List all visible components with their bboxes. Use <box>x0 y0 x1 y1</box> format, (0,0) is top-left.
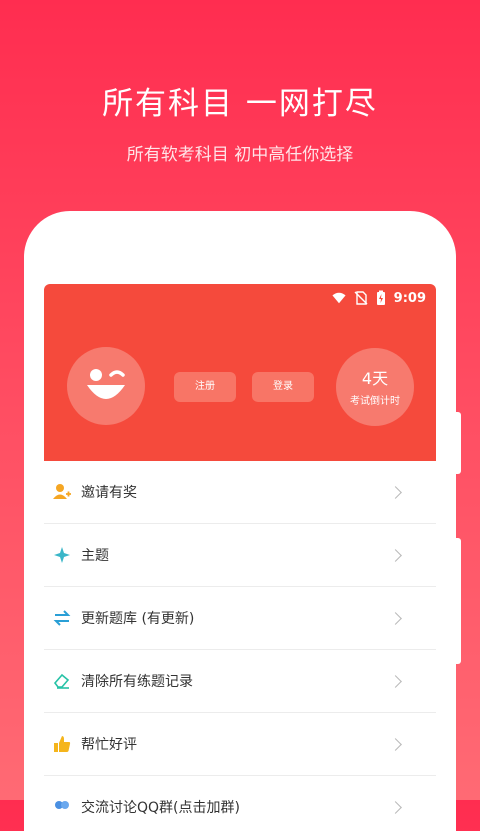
thumbs-up-icon <box>54 736 71 752</box>
promo-title: 所有科目 一网打尽 <box>102 86 378 122</box>
menu-item-label: 交流讨论QQ群(点击加群) <box>81 800 240 816</box>
countdown-label: 考试倒计时 <box>350 396 400 407</box>
menu-item-clear-records[interactable]: 清除所有练题记录 <box>44 650 436 713</box>
invite-user-icon <box>53 484 71 499</box>
phone-frame: 9:09 注册 登录 4天 考试倒计时 邀请有奖 主题 更新题库 (有更新) 清… <box>24 211 456 831</box>
phone-side-button-upper <box>456 412 461 474</box>
status-time: 9:09 <box>393 290 426 306</box>
winking-face-icon <box>87 369 125 399</box>
chevron-right-icon <box>389 674 402 688</box>
countdown-days: 4天 <box>361 369 389 388</box>
menu-item-qq-group[interactable]: 交流讨论QQ群(点击加群) <box>44 776 436 824</box>
status-bar: 9:09 <box>332 289 426 307</box>
menu-item-label: 清除所有练题记录 <box>81 674 193 690</box>
menu-item-label: 主题 <box>81 548 109 564</box>
update-arrows-icon <box>53 610 71 626</box>
register-button[interactable]: 注册 <box>174 372 236 402</box>
promo-subtitle: 所有软考科目 初中高任你选择 <box>126 145 354 165</box>
wifi-icon <box>332 292 346 304</box>
login-button[interactable]: 登录 <box>252 372 314 402</box>
chevron-right-icon <box>389 548 402 562</box>
theme-icon <box>54 547 70 563</box>
menu-item-update-questions[interactable]: 更新题库 (有更新) <box>44 587 436 650</box>
app-screen: 9:09 注册 登录 4天 考试倒计时 邀请有奖 主题 更新题库 (有更新) 清… <box>44 284 436 824</box>
chevron-right-icon <box>389 800 402 814</box>
menu-item-rate-app[interactable]: 帮忙好评 <box>44 713 436 776</box>
menu-item-label: 更新题库 (有更新) <box>81 611 195 627</box>
menu-item-theme[interactable]: 主题 <box>44 524 436 587</box>
profile-header: 9:09 注册 登录 4天 考试倒计时 <box>44 284 436 461</box>
group-chat-icon <box>55 801 69 809</box>
chevron-right-icon <box>389 737 402 751</box>
chevron-right-icon <box>389 611 402 625</box>
no-sim-icon <box>354 291 368 305</box>
battery-charging-icon <box>376 290 385 305</box>
eraser-icon <box>53 673 70 689</box>
phone-side-button-lower <box>456 538 461 664</box>
menu-item-label: 邀请有奖 <box>81 485 137 501</box>
settings-menu: 邀请有奖 主题 更新题库 (有更新) 清除所有练题记录 帮忙好评 交流讨论QQ群… <box>44 461 436 824</box>
menu-item-invite[interactable]: 邀请有奖 <box>44 461 436 524</box>
avatar[interactable] <box>67 347 145 425</box>
chevron-right-icon <box>389 485 402 499</box>
menu-item-label: 帮忙好评 <box>81 737 137 753</box>
exam-countdown[interactable]: 4天 考试倒计时 <box>336 348 414 426</box>
